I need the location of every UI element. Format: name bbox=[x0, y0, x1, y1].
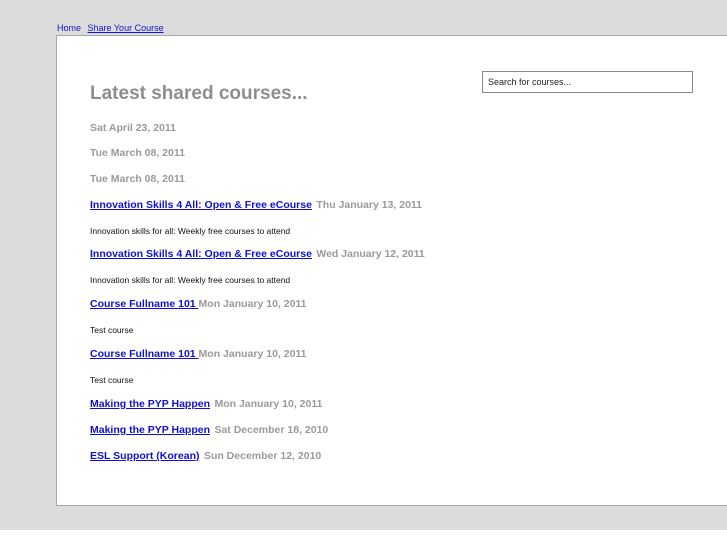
list-item: Sat April 23, 2011 bbox=[90, 120, 176, 135]
course-link[interactable]: Innovation Skills 4 All: Open & Free eCo… bbox=[90, 199, 312, 211]
entry-date: Mon January 10, 2011 bbox=[198, 348, 307, 360]
entry-date: Mon January 10, 2011 bbox=[198, 298, 307, 310]
course-description: Test course bbox=[90, 372, 133, 387]
description-text: Innovation skills for all: Weekly free c… bbox=[90, 275, 291, 285]
list-item: Making the PYP Happen Mon January 10, 20… bbox=[90, 396, 322, 411]
course-link[interactable]: Making the PYP Happen bbox=[90, 424, 210, 436]
entry-date: Sat April 23, 2011 bbox=[90, 122, 176, 134]
list-item: Tue March 08, 2011 bbox=[90, 145, 185, 160]
share-your-course-link[interactable]: Share Your Course bbox=[88, 23, 164, 33]
course-description: Innovation skills for all: Weekly free c… bbox=[90, 223, 290, 238]
entry-date: Thu January 13, 2011 bbox=[316, 199, 423, 211]
top-navigation: Home Share Your Course bbox=[57, 22, 164, 34]
entry-date: Mon January 10, 2011 bbox=[214, 398, 323, 410]
list-item: Course Fullname 101 Mon January 10, 2011 bbox=[90, 346, 307, 361]
list-item: Course Fullname 101 Mon January 10, 2011 bbox=[90, 296, 307, 311]
entry-date: Wed January 12, 2011 bbox=[316, 248, 425, 260]
list-item: ESL Support (Korean) Sun December 12, 20… bbox=[90, 448, 321, 463]
search-input[interactable] bbox=[482, 71, 693, 93]
description-text: Innovation skills for all: Weekly free c… bbox=[90, 226, 291, 236]
course-link[interactable]: Course Fullname 101 bbox=[90, 298, 199, 310]
course-link[interactable]: Innovation Skills 4 All: Open & Free eCo… bbox=[90, 248, 312, 260]
entry-date: Sat December 18, 2010 bbox=[214, 424, 329, 436]
course-description: Test course bbox=[90, 322, 133, 337]
course-link[interactable]: Making the PYP Happen bbox=[90, 398, 210, 410]
page-title: Latest shared courses... bbox=[90, 83, 308, 104]
list-item: Tue March 08, 2011 bbox=[90, 171, 185, 186]
list-item: Innovation Skills 4 All: Open & Free eCo… bbox=[90, 246, 425, 261]
course-link[interactable]: ESL Support (Korean) bbox=[90, 450, 199, 462]
course-link[interactable]: Course Fullname 101 bbox=[90, 348, 199, 360]
entry-date: Sun December 12, 2010 bbox=[203, 450, 322, 462]
description-text: Test course bbox=[90, 375, 134, 385]
home-link[interactable]: Home bbox=[57, 23, 81, 33]
course-description: Innovation skills for all: Weekly free c… bbox=[90, 272, 290, 287]
entry-date: Tue March 08, 2011 bbox=[90, 147, 185, 159]
description-text: Test course bbox=[90, 325, 134, 335]
list-item: Innovation Skills 4 All: Open & Free eCo… bbox=[90, 197, 422, 212]
entry-date: Tue March 08, 2011 bbox=[90, 173, 185, 185]
list-item: Making the PYP Happen Sat December 18, 2… bbox=[90, 422, 328, 437]
